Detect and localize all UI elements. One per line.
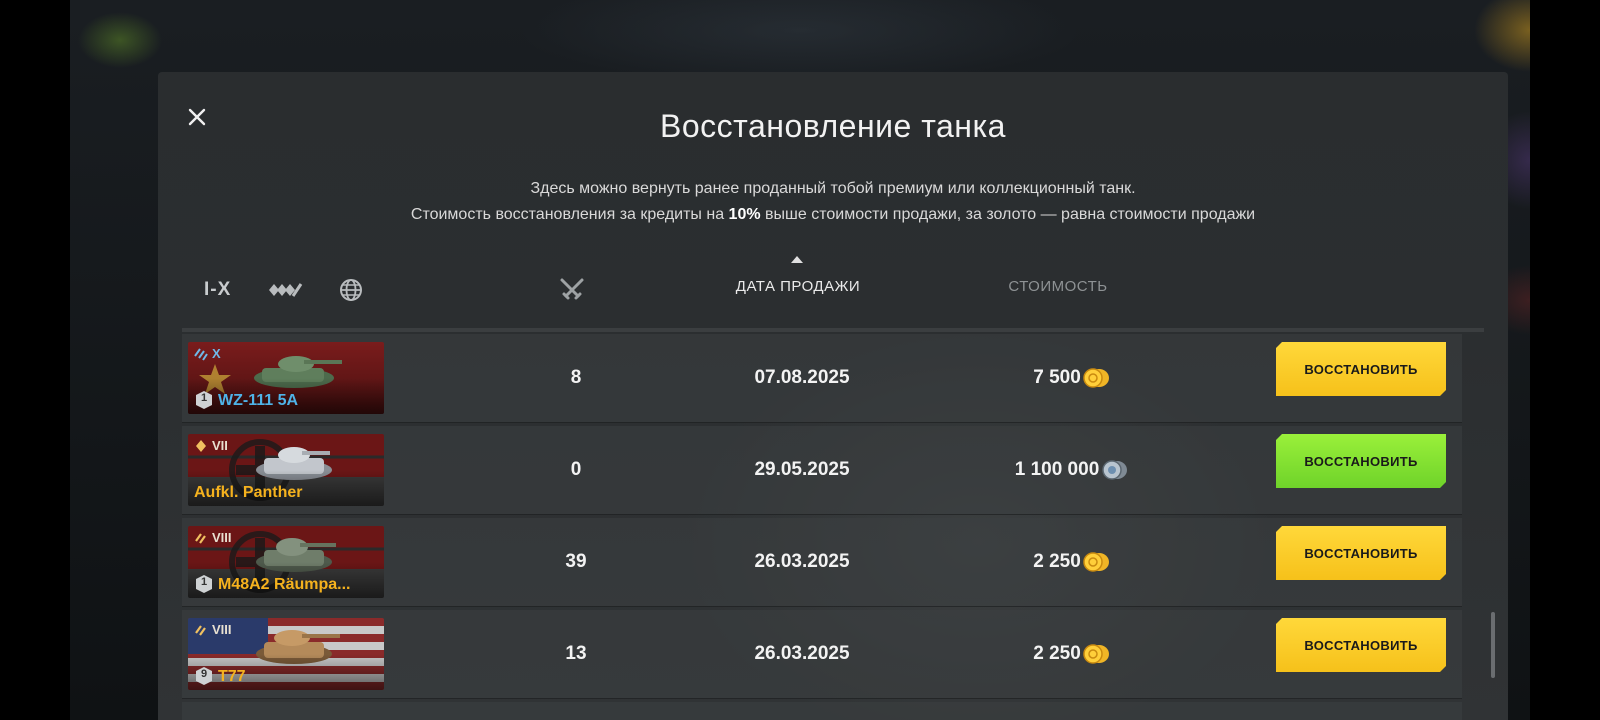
mastery-level: 1: [200, 392, 208, 404]
restore-button[interactable]: ВОССТАНОВИТЬ: [1276, 342, 1446, 396]
cost-value: 7 500: [1033, 367, 1081, 388]
tank-thumbnail[interactable]: VIII 9 T77: [188, 618, 384, 690]
sale-date: 26.03.2025: [754, 551, 850, 572]
cost-column-header[interactable]: СТОИМОСТЬ: [988, 278, 1128, 295]
list-divider: [182, 328, 1484, 332]
list-scrollbar[interactable]: [1491, 612, 1495, 678]
collector-vehicle-icon: [194, 347, 208, 361]
restore-button[interactable]: ВОССТАНОВИТЬ: [1276, 434, 1446, 488]
vehicle-type-icon: [269, 283, 303, 297]
table-row: [182, 702, 1462, 720]
battles-count: 39: [565, 551, 587, 572]
tank-thumbnail[interactable]: VII Aufkl. Panther: [188, 434, 384, 506]
tier-label: VIII: [212, 530, 232, 545]
premium-vehicle-icon: [195, 624, 206, 636]
table-row: VIII 1 M48A2 Räumpa... 39 26.03.2025 2 2…: [182, 518, 1462, 607]
description-line-2: Стоимость восстановления за кредиты на 1…: [158, 202, 1508, 228]
tier-badge: X: [194, 346, 221, 361]
table-row: VIII 9 T77 13 26.03.2025 2 250 ВОССТАНОВ…: [182, 610, 1462, 699]
tier-label: X: [212, 346, 221, 361]
tank-name: M48A2 Räumpa...: [218, 576, 351, 593]
description-percent: 10%: [728, 206, 761, 223]
cost-value: 2 250: [1033, 551, 1081, 572]
tier-badge: VIII: [194, 530, 232, 545]
tier-badge: VIII: [194, 622, 232, 637]
premium-vehicle-icon: [196, 439, 206, 452]
gold-coin-icon: [1083, 552, 1109, 572]
restore-cost: 1 100 000: [962, 426, 1182, 514]
cost-value: 1 100 000: [1014, 459, 1100, 480]
mastery-level: 9: [200, 668, 208, 680]
left-shade: [0, 0, 70, 720]
tank-name: WZ-111 5A: [218, 392, 299, 409]
premium-vehicle-icon: [195, 532, 206, 544]
globe-icon: [340, 279, 363, 301]
sale-date-label: ДАТА ПРОДАЖИ: [735, 278, 861, 295]
credits-coin-icon: [1102, 460, 1128, 480]
dialog-description: Здесь можно вернуть ранее проданный тобо…: [158, 176, 1508, 228]
sale-date: 26.03.2025: [754, 643, 850, 664]
filter-bar: I-X: [204, 276, 363, 304]
gold-coin-icon: [1083, 368, 1109, 388]
tier-badge: VII: [194, 438, 228, 453]
sale-date-column-header[interactable]: ДАТА ПРОДАЖИ: [708, 256, 888, 295]
restore-tank-dialog: Восстановление танка Здесь можно вернуть…: [158, 72, 1508, 720]
restore-button[interactable]: ВОССТАНОВИТЬ: [1276, 618, 1446, 672]
table-row: X 1 WZ-111 5A 8 07.08.2025 7 500 ВОССТАН…: [182, 334, 1462, 423]
tier-filter-button[interactable]: I-X: [204, 276, 231, 304]
tank-thumbnail[interactable]: X 1 WZ-111 5A: [188, 342, 384, 414]
crossed-swords-icon: [560, 278, 584, 300]
description-text: Стоимость восстановления за кредиты на: [410, 206, 729, 223]
sale-date: 29.05.2025: [754, 459, 850, 480]
sale-date: 07.08.2025: [754, 367, 850, 388]
description-line-1: Здесь можно вернуть ранее проданный тобо…: [530, 180, 1136, 197]
battles-column-header[interactable]: [552, 276, 592, 308]
gold-coin-icon: [1083, 644, 1109, 664]
right-shade: [1530, 0, 1600, 720]
dialog-title: Восстановление танка: [660, 108, 1006, 144]
mastery-level: 1: [200, 576, 208, 588]
tank-name: T77: [218, 668, 246, 685]
sort-ascending-icon: [791, 256, 803, 263]
tank-list: X 1 WZ-111 5A 8 07.08.2025 7 500 ВОССТАН…: [182, 334, 1462, 720]
restore-cost: 2 250: [962, 518, 1182, 606]
tank-name: Aufkl. Panther: [194, 484, 303, 501]
table-row: VII Aufkl. Panther 0 29.05.2025 1 100 00…: [182, 426, 1462, 515]
restore-cost: 2 250: [962, 610, 1182, 698]
tier-label: VII: [212, 438, 228, 453]
restore-cost: 7 500: [962, 334, 1182, 422]
tier-label: VIII: [212, 622, 232, 637]
tank-thumbnail[interactable]: VIII 1 M48A2 Räumpa...: [188, 526, 384, 598]
cost-value: 2 250: [1033, 643, 1081, 664]
description-text: выше стоимости продажи, за золото — равн…: [760, 206, 1256, 223]
battles-count: 8: [570, 367, 582, 388]
restore-button[interactable]: ВОССТАНОВИТЬ: [1276, 526, 1446, 580]
battles-count: 0: [570, 459, 582, 480]
vehicle-type-filter-button[interactable]: [267, 276, 303, 304]
battles-count: 13: [565, 643, 587, 664]
nation-filter-button[interactable]: [339, 276, 363, 304]
